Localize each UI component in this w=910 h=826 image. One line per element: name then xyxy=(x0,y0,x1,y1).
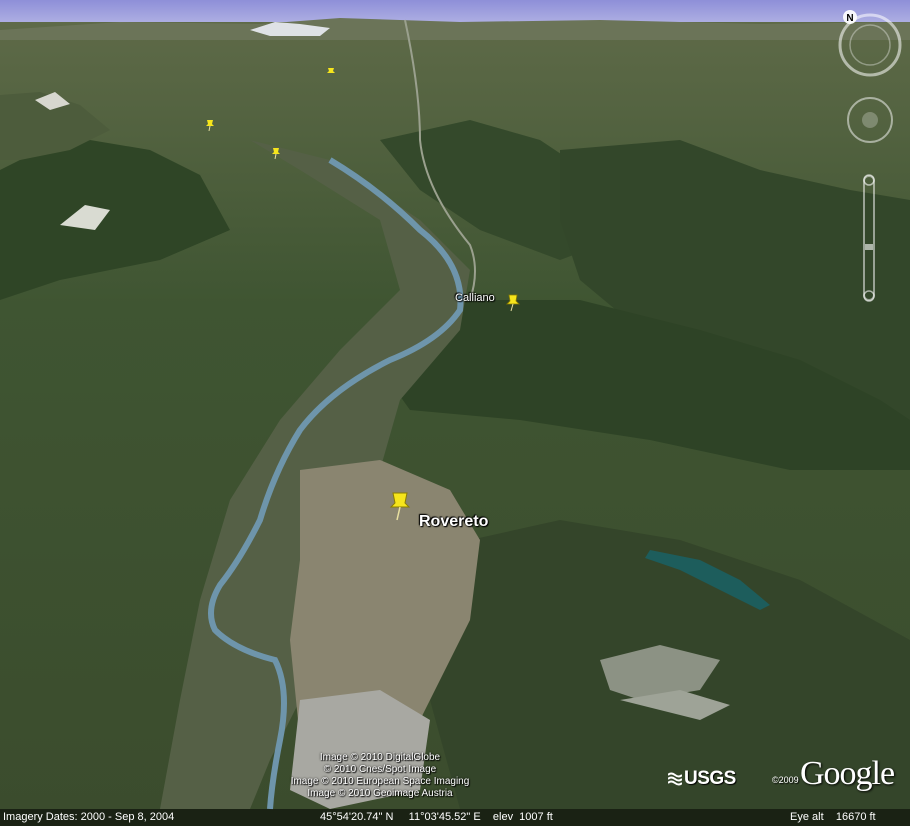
place-label-rovereto[interactable]: Rovereto xyxy=(419,513,488,531)
place-label-calliano[interactable]: Calliano xyxy=(455,292,495,304)
navigation-controls: N xyxy=(838,10,902,302)
credit-line: Image © 2010 Geoimage Austria xyxy=(307,788,453,799)
pushpin-icon[interactable] xyxy=(205,120,215,131)
pushpin-icon[interactable] xyxy=(327,68,335,77)
compass-north-letter: N xyxy=(846,13,853,24)
look-joystick-icon[interactable] xyxy=(847,97,893,143)
pointer-coordinates: 45°54'20.74" N 11°03'45.52" E elev 1007 … xyxy=(320,811,553,823)
google-copyright-year: ©2009 xyxy=(772,775,799,785)
usgs-wave-icon xyxy=(668,772,682,786)
imagery-credits: Image © 2010 DigitalGlobe © 2010 Cnes/Sp… xyxy=(0,752,760,800)
usgs-text: USGS xyxy=(684,768,736,789)
map-viewport[interactable]: Rovereto Calliano N Image © 2010 Digital… xyxy=(0,0,910,826)
status-bar: Imagery Dates: 2000 - Sep 8, 2004 45°54'… xyxy=(0,809,910,826)
google-logo: Google xyxy=(800,755,895,792)
pushpin-icon[interactable] xyxy=(271,148,281,159)
credit-line: Image © 2010 DigitalGlobe xyxy=(319,752,441,763)
terrain-view[interactable] xyxy=(0,0,910,826)
eye-altitude: Eye alt 16670 ft xyxy=(790,811,876,823)
zoom-slider-icon[interactable] xyxy=(863,174,875,302)
compass-icon[interactable]: N xyxy=(838,10,902,77)
usgs-logo: USGS xyxy=(668,768,736,790)
imagery-dates: Imagery Dates: 2000 - Sep 8, 2004 xyxy=(3,811,175,823)
pushpin-icon[interactable] xyxy=(505,294,521,312)
pushpin-icon[interactable] xyxy=(387,491,413,521)
credit-line: Image © 2010 European Space Imaging xyxy=(290,776,470,787)
credit-line: © 2010 Cnes/Spot Image xyxy=(323,764,437,775)
